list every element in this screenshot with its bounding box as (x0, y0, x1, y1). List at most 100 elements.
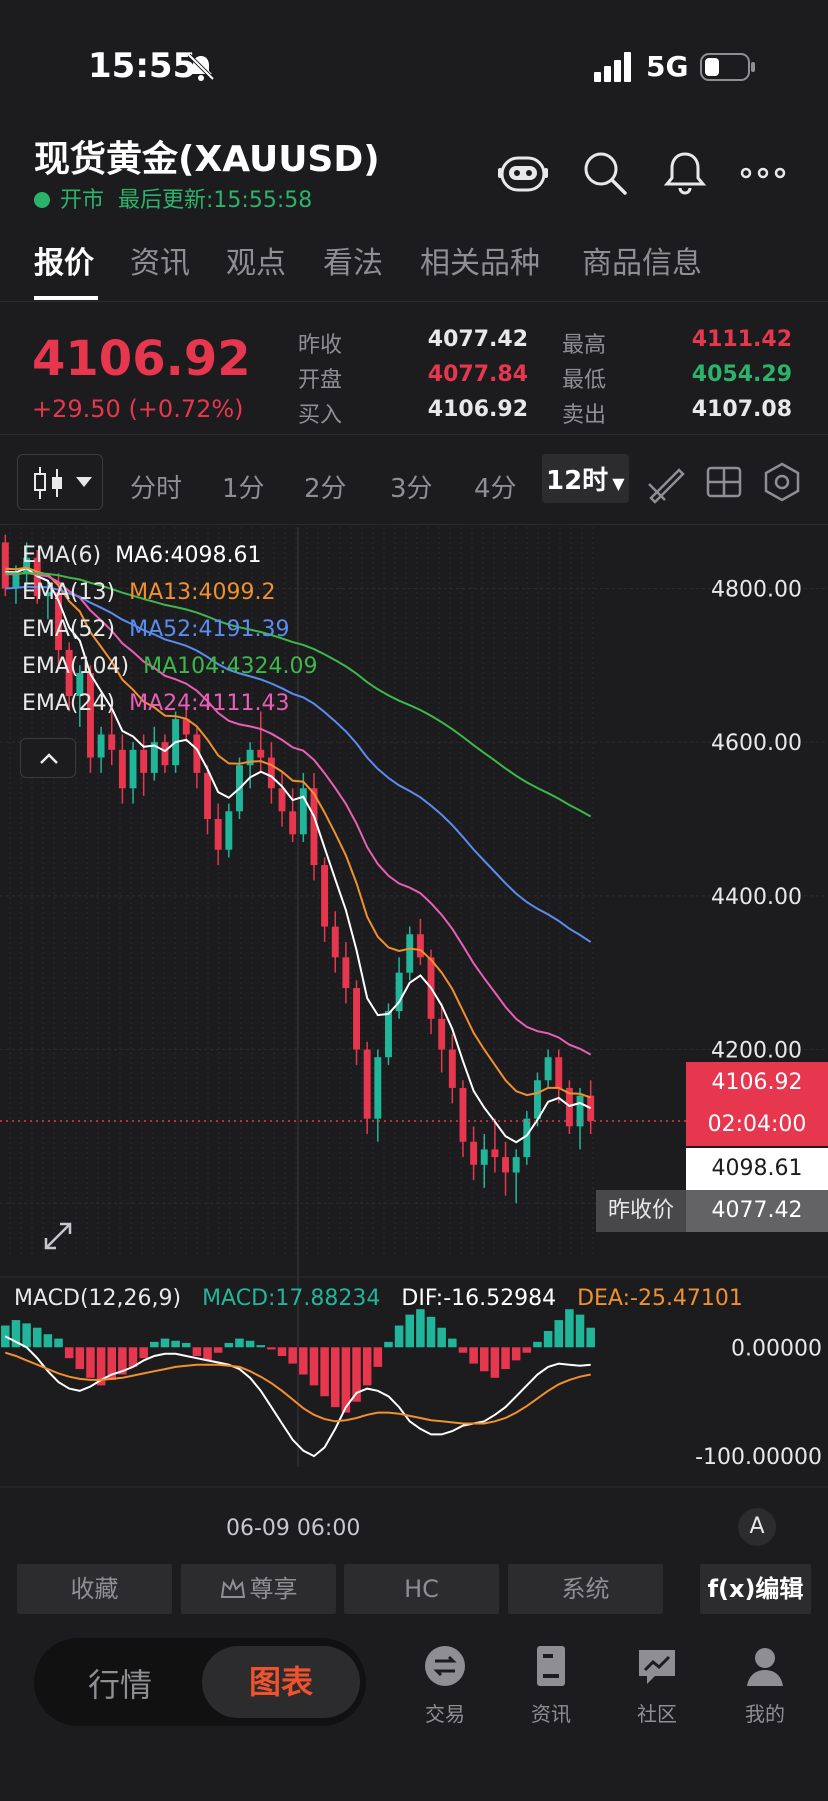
period-1m[interactable]: 1分 (222, 468, 265, 505)
ma-value: MA104:4324.09 (143, 654, 318, 679)
system-button[interactable]: 系统 (508, 1564, 663, 1614)
more-icon[interactable] (738, 148, 788, 198)
macd-histogram-bar (362, 1347, 372, 1386)
signal-icon (594, 52, 631, 82)
period-4m[interactable]: 4分 (474, 468, 517, 505)
high-value: 4111.42 (691, 327, 792, 352)
price-change: +29.50 (+0.72%) (32, 395, 244, 423)
auto-scale-button[interactable]: A (738, 1508, 776, 1546)
macd-histogram-bar (426, 1316, 436, 1348)
candle-body (129, 749, 137, 789)
macd-histogram-bar (437, 1327, 446, 1348)
candle-body (555, 1057, 563, 1088)
macd-histogram-bar (235, 1338, 244, 1348)
period-3m[interactable]: 3分 (390, 468, 433, 505)
macd-histogram-bar (543, 1330, 553, 1348)
macd-histogram-bar (203, 1347, 212, 1361)
bid-value: 4106.92 (427, 397, 528, 422)
period-tick[interactable]: 分时 (130, 468, 182, 505)
nav-news[interactable]: 资讯 (511, 1644, 591, 1727)
candle-body (12, 573, 20, 589)
macd-histogram-bar (448, 1338, 457, 1348)
x-axis-label: 06-09 06:00 (226, 1516, 361, 1541)
macd-histogram-bar (64, 1347, 74, 1359)
candle-body (416, 934, 424, 958)
nav-trade-label: 交易 (425, 1702, 465, 1726)
prev-close-tag-label: 昨收价 (596, 1190, 686, 1232)
chart-toolbar: 分时 1分 2分 3分 4分 12时 ▼ (0, 440, 828, 525)
macd-histogram-bar (479, 1347, 489, 1372)
draw-tool-icon[interactable] (645, 460, 689, 504)
tab-product-info[interactable]: 商品信息 (582, 238, 702, 282)
tab-news[interactable]: 资讯 (130, 238, 190, 282)
macd-histogram-bar (32, 1327, 42, 1348)
chart-type-dropdown[interactable] (17, 454, 103, 510)
tab-related[interactable]: 相关品种 (420, 238, 540, 282)
premium-button[interactable]: 尊享 (181, 1564, 336, 1614)
market-view-toggle[interactable]: 行情 (88, 1660, 152, 1706)
formula-edit-button[interactable]: f(x)编辑 (700, 1564, 811, 1614)
candle-body (448, 1049, 456, 1088)
search-icon[interactable] (580, 148, 630, 198)
macd-histogram-bar (150, 1341, 159, 1348)
tab-opinions[interactable]: 看法 (323, 238, 383, 282)
robot-assistant-icon[interactable] (498, 148, 548, 198)
macd-histogram-bar (458, 1347, 468, 1353)
candle-body (97, 734, 105, 758)
quote-panel: 4106.92 +29.50 (+0.72%) 昨收 4077.42 开盘 40… (0, 305, 828, 435)
layout-grid-icon[interactable] (702, 460, 746, 504)
ma-legend-ema104: EMA(104) MA104:4324.09 (22, 654, 318, 679)
dea-value: DEA:-25.47101 (577, 1286, 743, 1311)
bottom-navigation: 行情 图表 交易 资讯 社区 我的 (0, 1630, 828, 1801)
candle-body (491, 1149, 499, 1158)
candle-body (161, 742, 169, 766)
ma-label: EMA(13) (22, 580, 116, 605)
period-12h-label: 12时 (546, 466, 609, 496)
period-12h[interactable]: 12时 ▼ (542, 454, 629, 503)
candle-body (480, 1149, 488, 1165)
nav-community[interactable]: 社区 (617, 1644, 697, 1727)
candle-body (502, 1157, 509, 1173)
candle-body (385, 1011, 392, 1058)
macd-value: MACD:17.88234 (202, 1286, 381, 1311)
last-price: 4106.92 (32, 331, 251, 387)
ma-legend-ema52: EMA(52) MA52:4191.39 (22, 617, 290, 642)
bottom-tools: 收藏 尊享 HC 系统 f(x)编辑 (0, 1564, 828, 1620)
favorite-button[interactable]: 收藏 (17, 1564, 172, 1614)
status-dot (34, 192, 50, 208)
period-2m[interactable]: 2分 (304, 468, 347, 505)
macd-histogram-bar (181, 1342, 191, 1348)
candle-body (342, 957, 350, 989)
open-label: 开盘 (298, 368, 343, 393)
current-price-tag: 4106.92 (686, 1062, 828, 1104)
candlestick-icon (34, 467, 62, 499)
crown-icon (220, 1578, 245, 1598)
candle-body (321, 865, 329, 927)
hc-button[interactable]: HC (344, 1564, 499, 1614)
nav-trade[interactable]: 交易 (405, 1644, 485, 1727)
macd-histogram-bar (256, 1345, 266, 1348)
ma-label: EMA(24) (22, 691, 116, 716)
page-title: 现货黄金(XAUUSD) (34, 139, 380, 180)
ma-value: MA13:4099.2 (129, 580, 276, 605)
macd-histogram-bar (213, 1347, 223, 1353)
macd-histogram-bar (373, 1347, 383, 1367)
prev-close-tag: 4077.42 (686, 1190, 828, 1232)
tab-views[interactable]: 观点 (226, 238, 286, 282)
macd-legend: MACD(12,26,9) MACD:17.88234 DIF:-16.5298… (14, 1286, 743, 1311)
macd-histogram-bar (586, 1327, 595, 1348)
nav-profile[interactable]: 我的 (725, 1644, 805, 1727)
status-time: 15:55 (88, 46, 197, 86)
low-label: 最低 (562, 368, 607, 393)
bell-icon[interactable] (660, 148, 710, 198)
period-chevron-icon: ▼ (612, 474, 625, 493)
candle-body (353, 988, 360, 1050)
fullscreen-expand-icon[interactable] (40, 1218, 76, 1254)
prev-close-label: 昨收 (298, 333, 343, 358)
settings-hexagon-icon[interactable] (760, 460, 804, 504)
battery-icon (700, 53, 755, 81)
trade-icon (425, 1646, 465, 1686)
collapse-legend-button[interactable] (20, 738, 76, 778)
tab-quote[interactable]: 报价 (34, 238, 94, 282)
chart-view-toggle[interactable]: 图表 (202, 1646, 360, 1718)
